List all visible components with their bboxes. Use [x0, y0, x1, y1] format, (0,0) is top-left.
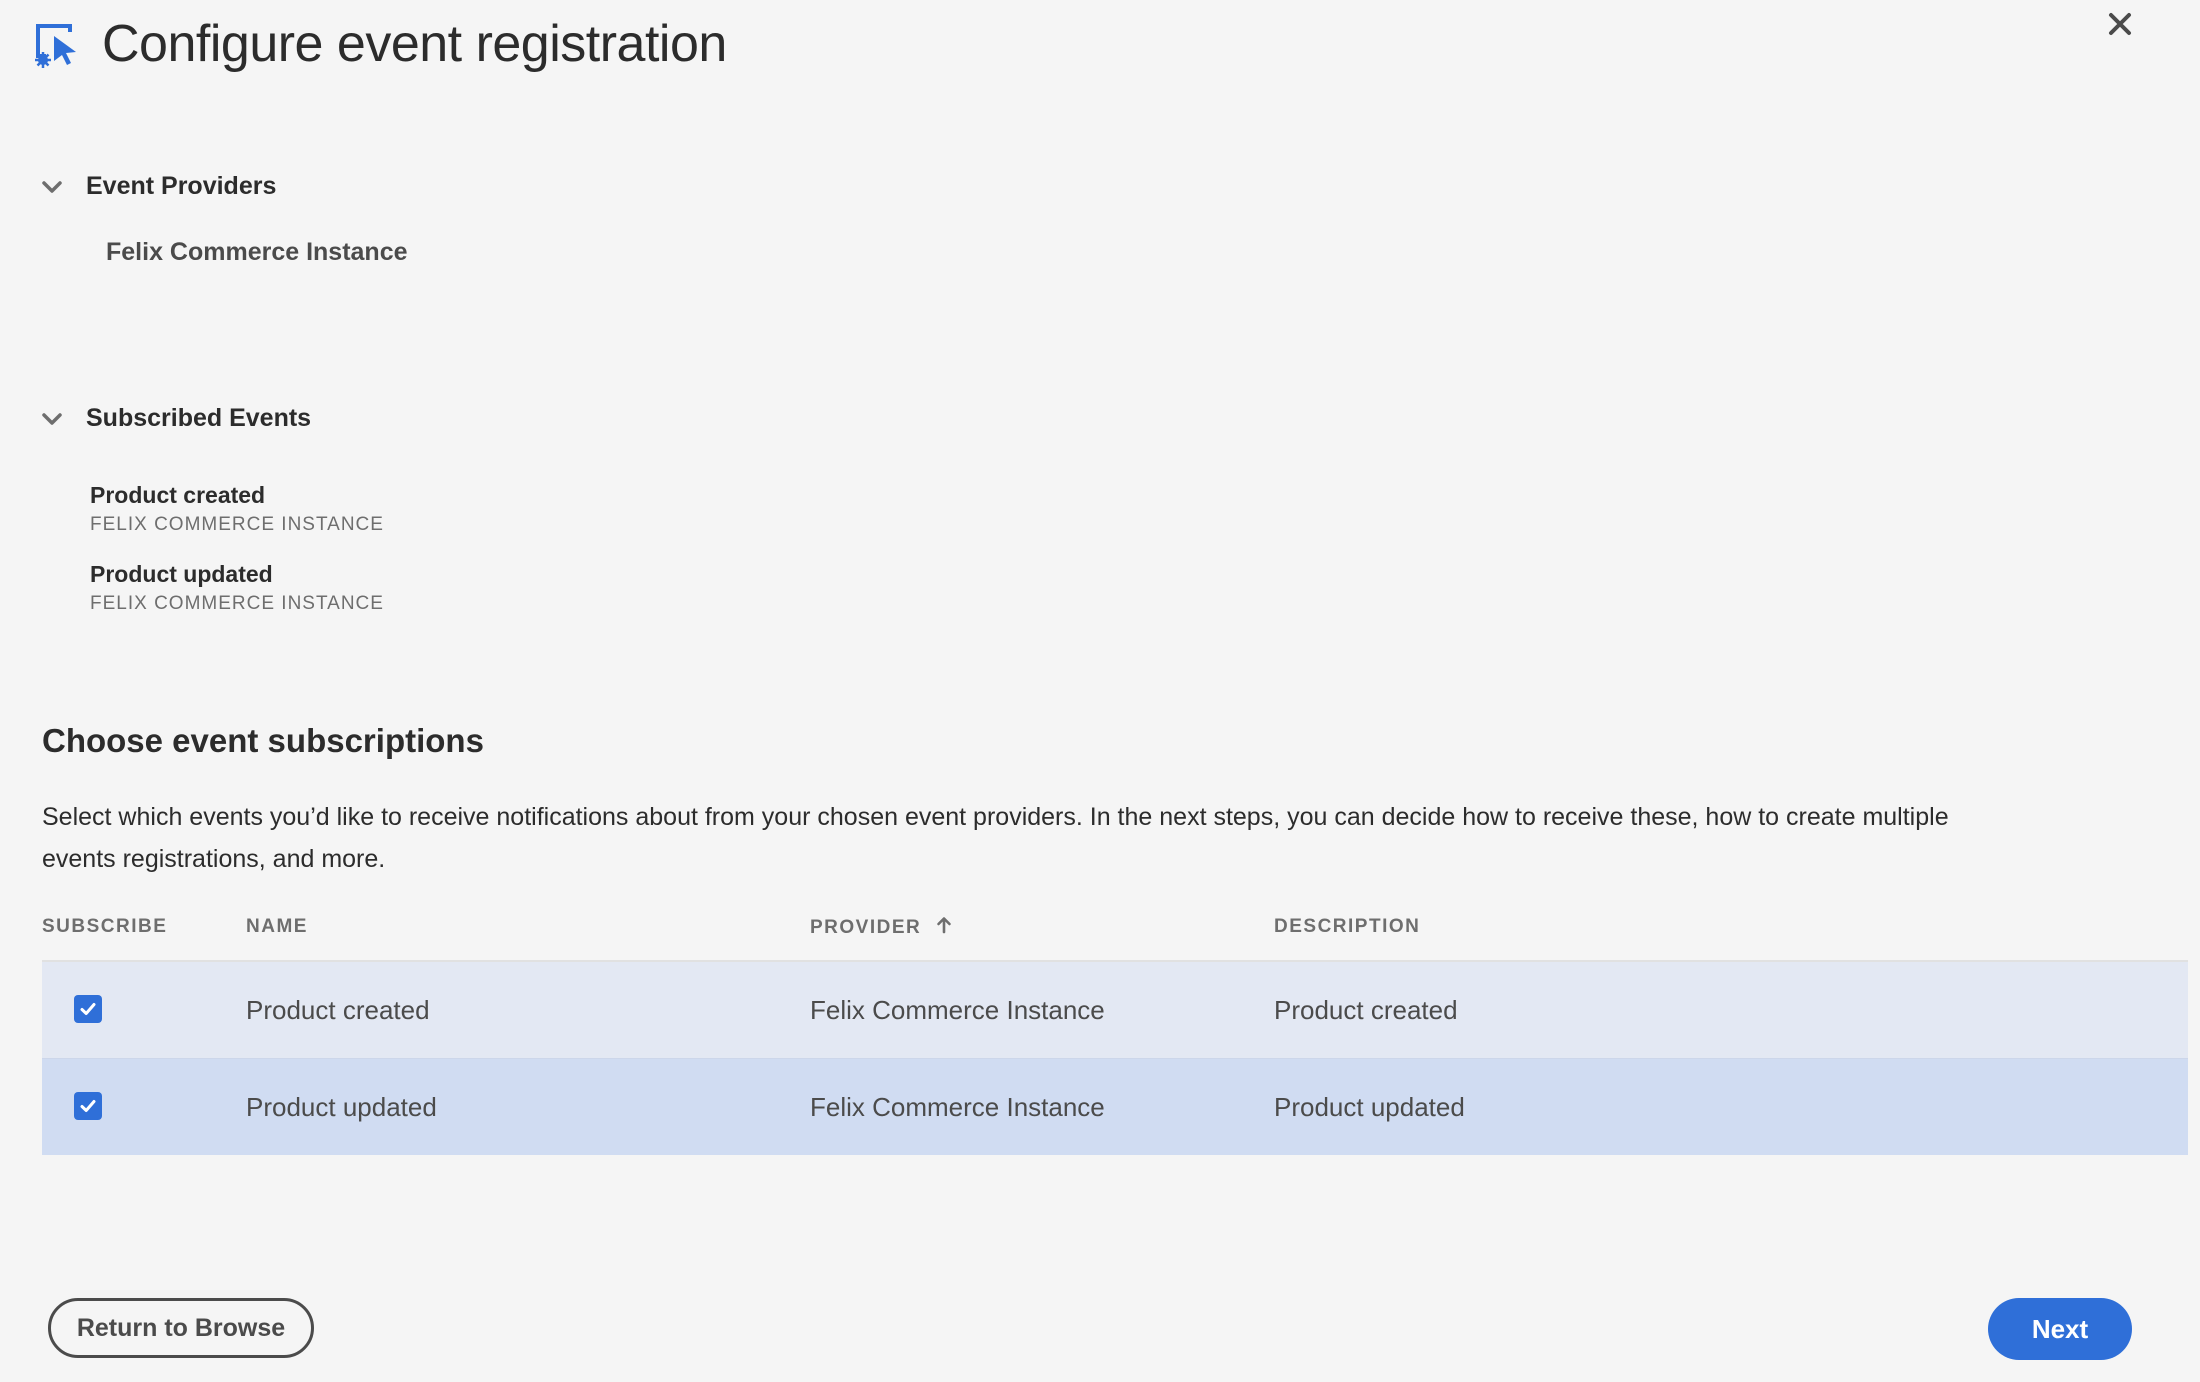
subscribed-events-label: Subscribed Events	[86, 404, 312, 432]
chevron-down-icon	[42, 180, 62, 193]
chevron-down-icon	[42, 412, 62, 425]
row-provider: Felix Commerce Instance	[810, 995, 1105, 1025]
table-header: SUBSCRIBE NAME PROVIDER DESCRIPTION	[42, 904, 2188, 962]
table-row[interactable]: Product updated Felix Commerce Instance …	[42, 1058, 2188, 1155]
row-name: Product updated	[246, 1092, 437, 1122]
subscribed-event-item: Product created FELIX COMMERCE INSTANCE	[90, 480, 384, 540]
subscribed-event-name: Product created	[90, 482, 266, 508]
subscriptions-heading: Choose event subscriptions	[42, 722, 484, 759]
subscriptions-table: SUBSCRIBE NAME PROVIDER DESCRIPTION Prod…	[42, 904, 2188, 1155]
event-providers-label: Event Providers	[86, 172, 277, 200]
event-registration-icon	[35, 24, 76, 68]
subscribed-event-item: Product updated FELIX COMMERCE INSTANCE	[90, 559, 384, 619]
subscribed-event-name: Product updated	[90, 561, 273, 587]
subscriptions-description: Select which events you’d like to receiv…	[42, 803, 1949, 873]
subscribed-event-provider: FELIX COMMERCE INSTANCE	[90, 593, 384, 614]
provider-item: Felix Commerce Instance	[106, 238, 408, 266]
event-providers-toggle[interactable]: Event Providers	[40, 172, 276, 201]
table-row[interactable]: Product created Felix Commerce Instance …	[42, 962, 2188, 1058]
return-to-browse-button[interactable]: Return to Browse	[48, 1298, 314, 1358]
column-header-subscribe: SUBSCRIBE	[42, 916, 168, 937]
subscribe-checkbox[interactable]	[74, 995, 102, 1023]
row-provider: Felix Commerce Instance	[810, 1092, 1105, 1122]
subscribed-event-provider: FELIX COMMERCE INSTANCE	[90, 514, 384, 535]
checkmark-icon	[80, 1100, 96, 1112]
subscribed-events-toggle[interactable]: Subscribed Events	[40, 404, 311, 433]
checkmark-icon	[80, 1003, 96, 1015]
column-header-provider[interactable]: PROVIDER	[810, 916, 953, 939]
dialog-header: Configure event registration	[32, 12, 727, 76]
row-description: Product created	[1274, 995, 1458, 1025]
column-header-description[interactable]: DESCRIPTION	[1274, 916, 1420, 938]
row-name: Product created	[246, 995, 430, 1025]
next-button[interactable]: Next	[1988, 1298, 2132, 1360]
sort-ascending-icon[interactable]	[935, 916, 953, 934]
subscribe-checkbox[interactable]	[74, 1092, 102, 1120]
row-description: Product updated	[1274, 1092, 1465, 1122]
close-icon[interactable]	[2100, 4, 2140, 44]
page-title: Configure event registration	[102, 15, 727, 73]
column-header-name[interactable]: NAME	[246, 916, 308, 938]
column-header-provider-label: PROVIDER	[810, 917, 922, 938]
